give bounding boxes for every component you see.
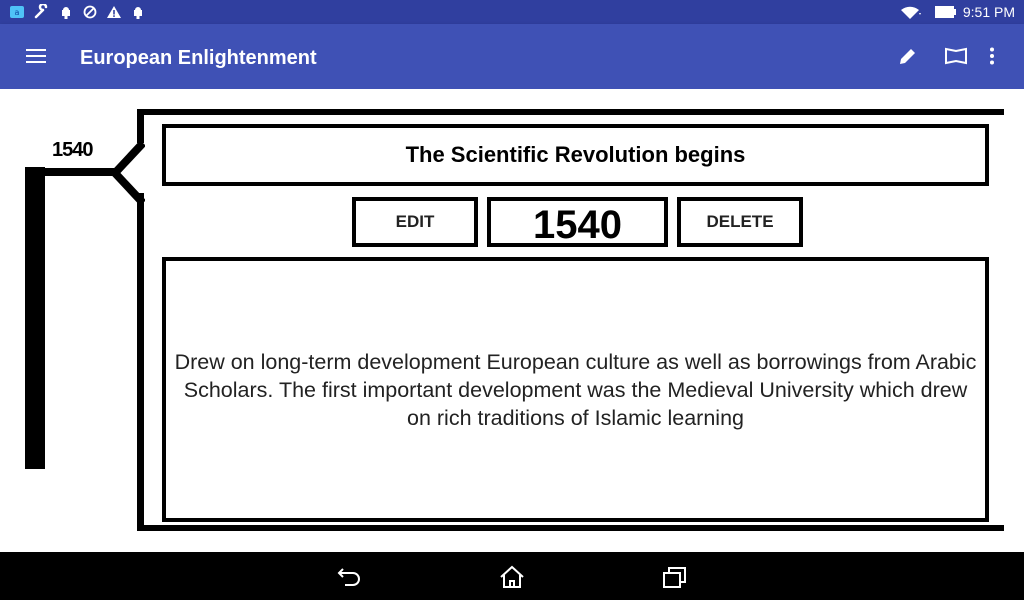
app-bar: European Enlightenment <box>0 24 1024 89</box>
delete-event-label: DELETE <box>706 212 774 231</box>
timeline-line <box>25 167 45 469</box>
back-button[interactable] <box>335 562 365 592</box>
content-area: 1540 The Scientific Revolution begins ED… <box>0 89 1024 552</box>
delete-event-button[interactable]: DELETE <box>677 197 803 247</box>
svg-text:a: a <box>15 8 20 17</box>
event-frame-bottom <box>137 525 1004 531</box>
navigation-bar <box>0 552 1024 600</box>
wrench-icon <box>34 4 48 19</box>
edit-event-button[interactable]: EDIT <box>352 197 478 247</box>
overflow-menu-button[interactable] <box>978 42 1006 70</box>
edit-icon <box>900 49 915 64</box>
wifi-icon <box>901 6 921 19</box>
timeline-connector <box>25 168 115 176</box>
app-notification-icon: a <box>10 6 24 18</box>
edit-button[interactable] <box>894 42 922 70</box>
edit-event-label: EDIT <box>395 212 435 231</box>
recents-icon <box>663 567 686 588</box>
event-year-box: 1540 <box>487 197 668 247</box>
timeline-year-label: 1540 <box>52 139 93 161</box>
warning-icon <box>107 6 121 18</box>
screen: a 9:51 PM European Enlightenment 1540 Th… <box>0 0 1024 600</box>
menu-icon <box>26 49 46 63</box>
event-description-box: Drew on long-term development European c… <box>162 257 989 522</box>
recents-button[interactable] <box>660 562 690 592</box>
event-title-box: The Scientific Revolution begins <box>162 124 989 186</box>
event-frame-left <box>137 193 144 531</box>
menu-button[interactable] <box>22 42 50 70</box>
android-icon <box>62 7 70 19</box>
event-year: 1540 <box>533 203 622 247</box>
home-icon <box>500 565 524 588</box>
android-icon <box>134 7 142 19</box>
event-frame-top <box>137 109 1004 115</box>
back-icon <box>337 568 360 586</box>
blocked-icon <box>83 5 97 19</box>
page-title: European Enlightenment <box>80 47 317 69</box>
book-button[interactable] <box>942 42 970 70</box>
battery-icon <box>935 6 956 18</box>
event-title: The Scientific Revolution begins <box>405 142 746 167</box>
status-time: 9:51 PM <box>962 4 1015 20</box>
status-bar: a 9:51 PM <box>0 0 1024 24</box>
overflow-menu-icon <box>990 47 994 65</box>
event-description: Drew on long-term development European c… <box>174 349 977 430</box>
home-button[interactable] <box>497 562 527 592</box>
book-icon <box>945 47 967 65</box>
event-frame-left <box>137 109 144 143</box>
